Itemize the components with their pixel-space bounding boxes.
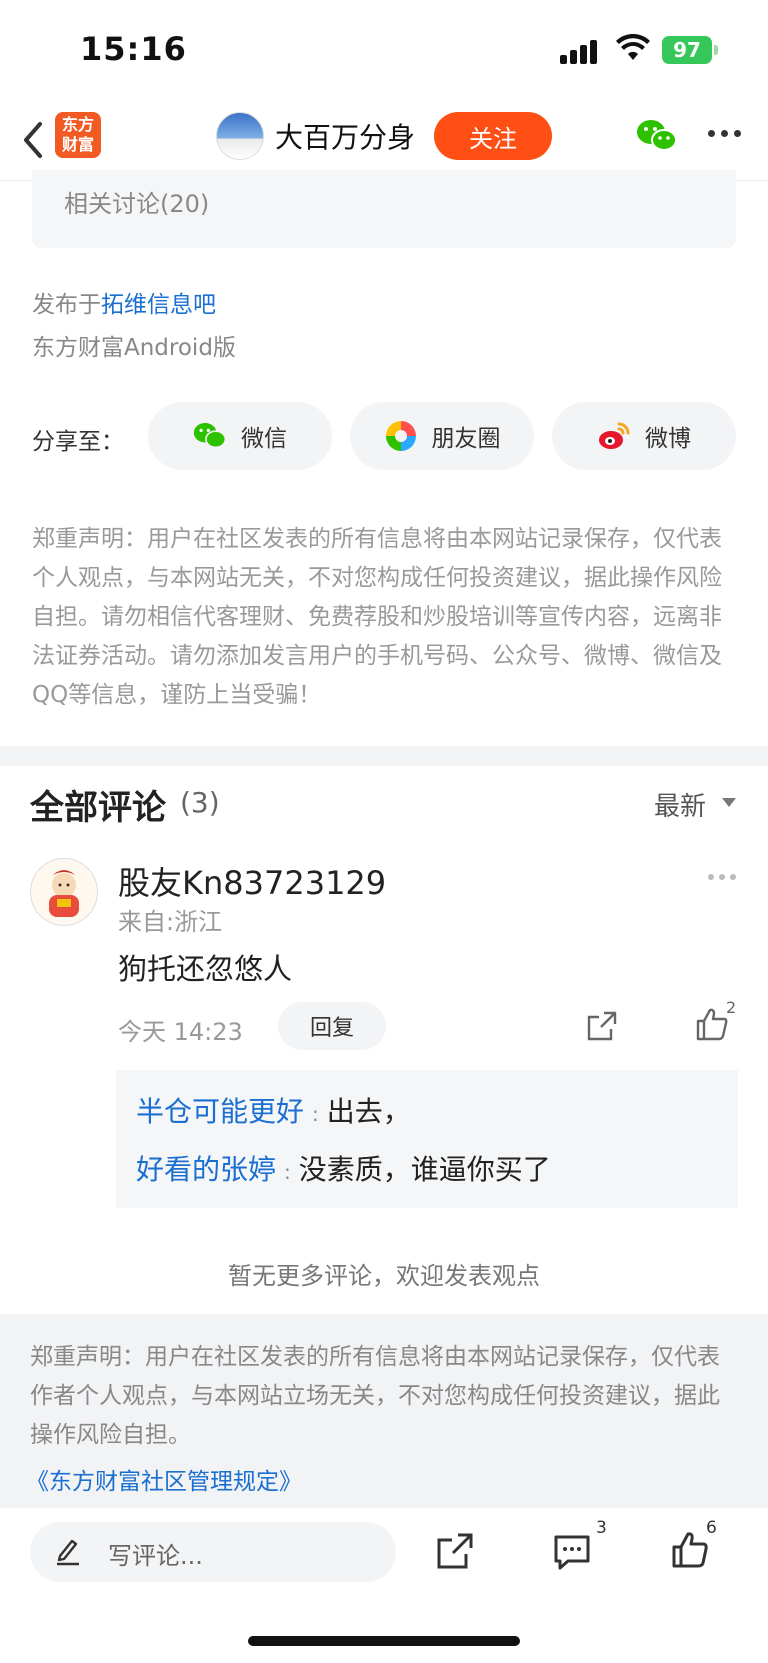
- related-discussions-label: 相关讨论(20): [64, 190, 210, 218]
- follow-button[interactable]: 关注: [434, 112, 552, 160]
- comment-input[interactable]: [30, 1522, 396, 1582]
- eastmoney-logo[interactable]: 东方 财富: [55, 112, 101, 158]
- weibo-icon: [597, 419, 631, 453]
- share-label: 分享至：: [32, 429, 124, 455]
- commenter-location: 来自:浙江: [118, 908, 223, 936]
- reply-separator: :: [284, 1160, 291, 1184]
- moments-icon: [384, 419, 418, 453]
- reply-separator: :: [312, 1102, 319, 1126]
- comment-time: 今天 14:23: [118, 1018, 243, 1046]
- no-more-comments: 暂无更多评论，欢迎发表观点: [228, 1262, 540, 1290]
- share-wechat-button[interactable]: 微信: [148, 402, 332, 470]
- reply-item[interactable]: 半仓可能更好: 出去，: [136, 1090, 411, 1130]
- status-time: 15:16: [80, 30, 187, 68]
- wifi-icon: [616, 33, 650, 66]
- logo-line-2: 财富: [61, 135, 94, 154]
- comment-text: 狗托还忽悠人: [118, 952, 293, 986]
- more-icon[interactable]: [708, 126, 744, 140]
- reply-button[interactable]: 回复: [278, 1002, 386, 1050]
- reply-text: 出去，: [326, 1095, 411, 1128]
- comments-title: 全部评论: [30, 788, 166, 828]
- post-platform: 东方财富Android版: [32, 335, 236, 361]
- comment-more-icon[interactable]: [708, 874, 738, 882]
- like-count-badge: 6: [706, 1518, 717, 1538]
- post-disclaimer: 郑重声明：用户在社区发表的所有信息将由本网站记录保存，仅代表个人观点，与本网站无…: [32, 526, 722, 708]
- footer-disclaimer: 郑重声明：用户在社区发表的所有信息将由本网站记录保存，仅代表作者个人观点，与本网…: [30, 1344, 720, 1448]
- home-indicator: [248, 1636, 520, 1646]
- author-avatar[interactable]: [216, 112, 264, 160]
- comments-count: (3): [180, 786, 220, 819]
- community-rules-link[interactable]: 《东方财富社区管理规定》: [26, 1462, 302, 1496]
- share-icon[interactable]: [436, 1532, 474, 1570]
- wechat-icon[interactable]: [636, 118, 678, 154]
- share-weibo-label: 微博: [645, 426, 691, 452]
- logo-line-1: 东方: [61, 115, 94, 134]
- share-moments-button[interactable]: 朋友圈: [350, 402, 534, 470]
- comment-input-placeholder: 写评论...: [108, 1542, 203, 1570]
- published-in: 发布于拓维信息吧: [32, 285, 216, 319]
- comment-like-count: 2: [726, 998, 737, 1017]
- share-icon[interactable]: [586, 1010, 618, 1042]
- reply-author[interactable]: 好看的张婷: [136, 1153, 276, 1186]
- pen-icon: [54, 1536, 82, 1566]
- like-icon[interactable]: [694, 1006, 730, 1042]
- wechat-icon: [193, 419, 227, 453]
- back-icon[interactable]: [18, 118, 48, 162]
- comment-count-badge: 3: [596, 1518, 607, 1538]
- commenter-name[interactable]: 股友Kn83723129: [118, 858, 386, 904]
- reply-text: 没素质，谁逼你买了: [298, 1153, 551, 1186]
- share-weibo-button[interactable]: 微博: [552, 402, 736, 470]
- section-divider: [0, 746, 768, 766]
- like-icon[interactable]: [670, 1530, 710, 1570]
- share-wechat-label: 微信: [241, 426, 287, 452]
- chevron-down-icon[interactable]: [722, 798, 736, 807]
- author-name[interactable]: 大百万分身: [275, 116, 415, 156]
- battery-cap: [714, 45, 718, 55]
- signal-icon: [560, 38, 600, 64]
- reply-author[interactable]: 半仓可能更好: [136, 1095, 304, 1128]
- share-moments-label: 朋友圈: [431, 426, 501, 452]
- bar-link[interactable]: 拓维信息吧: [101, 292, 216, 318]
- published-prefix: 发布于: [32, 292, 101, 318]
- commenter-avatar[interactable]: [30, 858, 98, 926]
- sort-dropdown[interactable]: 最新: [654, 786, 706, 823]
- comment-icon[interactable]: [552, 1532, 592, 1572]
- battery-icon: 97: [662, 36, 712, 64]
- reply-item[interactable]: 好看的张婷: 没素质，谁逼你买了: [136, 1148, 551, 1188]
